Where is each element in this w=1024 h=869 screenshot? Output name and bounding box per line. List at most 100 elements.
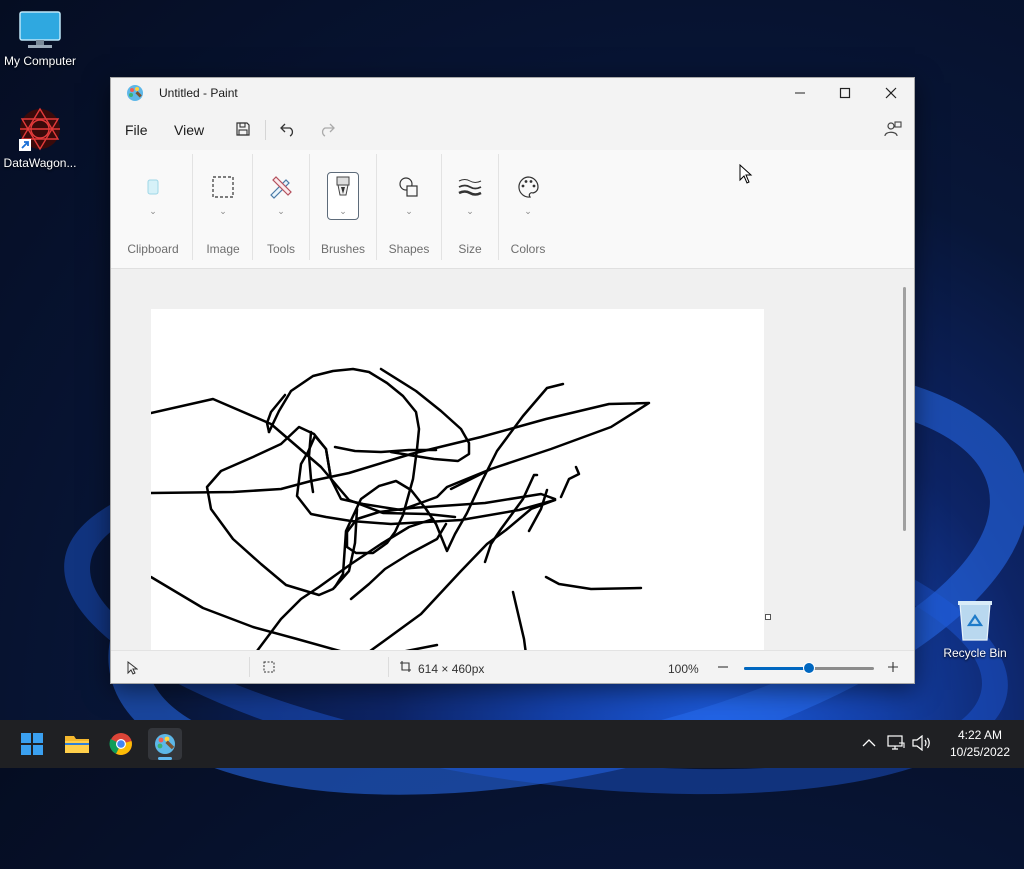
file-explorer-icon [65,736,89,753]
ribbon-divider [376,154,377,260]
tools-icon [266,174,296,200]
taskbar-file-explorer[interactable] [60,728,94,760]
ribbon-divider [252,154,253,260]
zoom-slider-fill [744,667,809,670]
redo-icon [321,123,335,137]
ribbon: ⌄ Clipboard ⌄ Image ⌄ Tools ⌄ Brushes ⌄ … [111,150,914,269]
ribbon-group-colors[interactable]: ⌄ Colors [501,150,555,268]
taskbar: 4:22 AM 10/25/2022 [0,720,1024,768]
chevron-down-icon: ⌄ [219,206,227,216]
recycle-bin-icon [958,601,992,641]
account-icon [884,121,902,137]
undo-icon [280,123,294,137]
ribbon-group-tools[interactable]: ⌄ Tools [255,150,307,268]
chevron-up-icon[interactable] [862,738,876,748]
desktop-icon-label: My Computer [3,54,77,68]
taskbar-chrome[interactable] [104,728,138,760]
ribbon-divider [309,154,310,260]
clipboard-icon [138,174,168,200]
selection-size-icon [263,661,275,673]
ribbon-divider [192,154,193,260]
network-icon[interactable] [887,735,905,751]
account-button[interactable] [880,118,906,140]
ribbon-label: Shapes [388,242,430,256]
ribbon-divider [498,154,499,260]
desktop-icon-my-computer[interactable]: My Computer [0,10,80,68]
toolbar-divider [265,120,266,140]
chrome-icon [109,733,132,755]
ribbon-label: Colors [510,242,546,256]
desktop-icon-label: Recycle Bin [943,646,1007,660]
redo-button[interactable] [314,118,340,140]
ribbon-label: Clipboard [127,242,179,256]
window-title: Untitled - Paint [159,86,238,100]
ribbon-divider [441,154,442,260]
palette-icon [513,174,543,200]
zoom-percent[interactable]: 100% [668,662,699,676]
chevron-down-icon: ⌄ [149,206,157,216]
clock-time[interactable]: 4:22 AM [940,728,1020,742]
status-bar: 614 × 460px 100% [111,650,914,683]
paint-icon [155,734,175,754]
cursor-position-icon [127,661,138,675]
start-icon [21,733,43,755]
zoom-in-icon[interactable] [887,661,899,673]
close-icon [885,87,897,99]
title-bar[interactable]: Untitled - Paint [111,78,914,108]
canvas-resize-handle[interactable] [765,614,771,620]
menu-file[interactable]: File [125,122,148,138]
size-icon [455,174,485,200]
save-button[interactable] [230,118,256,140]
paint-app-icon [127,85,143,101]
paint-window: Untitled - Paint File View ⌄ Clipboard ⌄… [110,77,915,684]
status-divider [388,657,389,677]
mouse-cursor-icon [739,164,753,184]
chevron-down-icon: ⌄ [339,206,347,216]
ribbon-group-shapes[interactable]: ⌄ Shapes [379,150,439,268]
canvas-area[interactable] [111,269,914,650]
volume-icon[interactable] [912,735,932,751]
close-button[interactable] [868,78,914,108]
canvas-size-icon [400,661,411,672]
zoom-slider-thumb[interactable] [803,662,815,674]
desktop-icon-datawagon[interactable]: DataWagon... [0,106,80,170]
save-icon [236,122,250,136]
minimize-button[interactable] [777,78,823,108]
taskbar-paint[interactable] [148,728,182,760]
monitor-icon [19,11,61,48]
ribbon-group-brushes[interactable]: ⌄ Brushes [313,150,373,268]
ribbon-label: Brushes [320,242,366,256]
start-button[interactable] [15,728,49,760]
drawing-canvas[interactable] [149,309,764,650]
datawagon-icon [19,107,60,151]
ribbon-group-clipboard[interactable]: ⌄ Clipboard [119,150,187,268]
ribbon-label: Size [458,242,482,256]
status-divider [249,657,250,677]
canvas-size-text: 614 × 460px [418,662,485,676]
vertical-scrollbar[interactable] [903,287,906,531]
zoom-slider-track[interactable] [744,662,874,674]
ribbon-label: Image [206,242,240,256]
desktop-icon-recycle-bin[interactable]: Recycle Bin [935,598,1015,660]
desktop-icon-label: DataWagon... [3,156,77,170]
undo-button[interactable] [275,118,301,140]
active-app-indicator [158,757,172,760]
chevron-down-icon: ⌄ [524,206,532,216]
maximize-button[interactable] [822,78,868,108]
chevron-down-icon: ⌄ [466,206,474,216]
menu-view[interactable]: View [174,122,204,138]
menu-bar: File View [111,112,914,146]
select-icon [208,174,238,200]
ribbon-group-size[interactable]: ⌄ Size [445,150,495,268]
zoom-out-icon[interactable] [717,661,729,673]
clock-date[interactable]: 10/25/2022 [938,745,1022,759]
scribble-drawing [149,367,651,650]
chevron-down-icon: ⌄ [405,206,413,216]
shapes-icon [394,174,424,200]
brush-icon [328,174,358,200]
ribbon-group-image[interactable]: ⌄ Image [195,150,251,268]
maximize-icon [839,87,851,99]
chevron-down-icon: ⌄ [277,206,285,216]
minimize-icon [795,92,805,94]
ribbon-label: Tools [266,242,295,256]
